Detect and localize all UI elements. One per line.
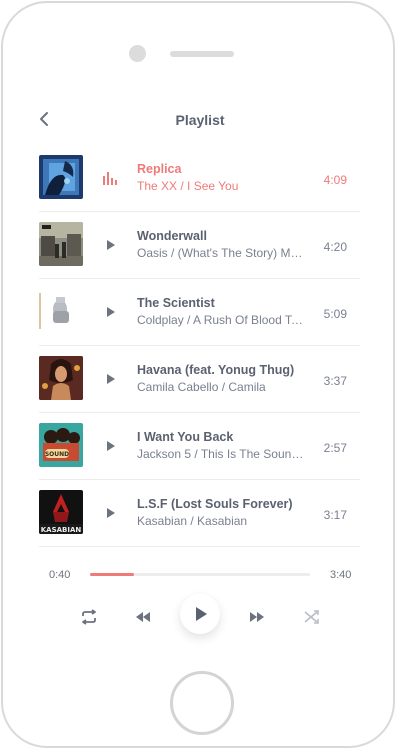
album-cover-i-see-you [39,155,83,199]
home-button[interactable] [170,671,234,735]
track-title: Replica [137,162,182,176]
progress-fill [90,573,134,576]
track-title: Havana (feat. Yonug Thug) [137,363,295,377]
play-icon[interactable] [102,304,118,320]
repeat-icon[interactable] [80,608,98,631]
track-title: I Want You Back [137,430,234,444]
track-duration: 3:37 [323,374,347,388]
play-button[interactable] [180,594,220,634]
track-artist-album: Jackson 5 / This Is The Sound of Jackson… [137,447,309,461]
fast-forward-icon[interactable] [248,610,266,629]
equalizer-icon [102,170,118,186]
play-icon[interactable] [102,371,118,387]
album-cover-rush-of-blood [39,289,83,333]
shuffle-icon[interactable] [303,609,321,630]
play-icon[interactable] [102,505,118,521]
speaker [170,51,234,57]
track-duration: 3:17 [323,508,347,522]
play-icon [196,607,207,621]
track-row-lsf[interactable]: KASABIAN L.S.F (Lost Souls Forever) Kasa… [39,480,360,547]
track-duration: 4:20 [323,240,347,254]
camera [129,45,146,62]
progress-bar[interactable] [90,573,310,576]
album-cover-jackson-5: SOUND [39,423,83,467]
play-icon[interactable] [102,237,118,253]
track-row-replica[interactable]: Replica The XX / I See You 4:09 [39,145,360,212]
track-row-i-want-you-back[interactable]: SOUND I Want You Back Jackson 5 / This I… [39,413,360,480]
track-title: Wonderwall [137,229,207,243]
track-artist-album: Coldplay / A Rush Of Blood To The Head [137,313,309,327]
track-row-the-scientist[interactable]: The Scientist Coldplay / A Rush Of Blood… [39,279,360,346]
jackson-cover-label: SOUND [45,451,69,458]
track-artist-album: Oasis / (What's The Story) Morning Glory… [137,246,309,260]
track-row-havana[interactable]: Havana (feat. Yonug Thug) Camila Cabello… [39,346,360,413]
album-cover-kasabian: KASABIAN [39,490,83,534]
elapsed-time: 0:40 [49,569,71,581]
playlist: Replica The XX / I See You 4:09 Wonderwa… [39,145,360,547]
track-title: L.S.F (Lost Souls Forever) [137,497,293,511]
track-duration: 2:57 [323,441,347,455]
album-cover-camila [39,356,83,400]
page-title: Playlist [175,112,225,128]
track-artist-album: The XX / I See You [137,179,239,193]
track-artist-album: Camila Cabello / Camila [137,380,266,394]
track-artist-album: Kasabian / Kasabian [137,514,248,528]
rewind-icon[interactable] [134,610,152,629]
track-duration: 4:09 [323,173,347,187]
album-cover-morning-glory [39,222,83,266]
track-duration: 5:09 [323,307,347,321]
track-title: The Scientist [137,296,215,310]
play-icon[interactable] [102,438,118,454]
kasabian-cover-label: KASABIAN [41,526,82,534]
track-row-wonderwall[interactable]: Wonderwall Oasis / (What's The Story) Mo… [39,212,360,279]
total-time: 3:40 [330,569,352,581]
